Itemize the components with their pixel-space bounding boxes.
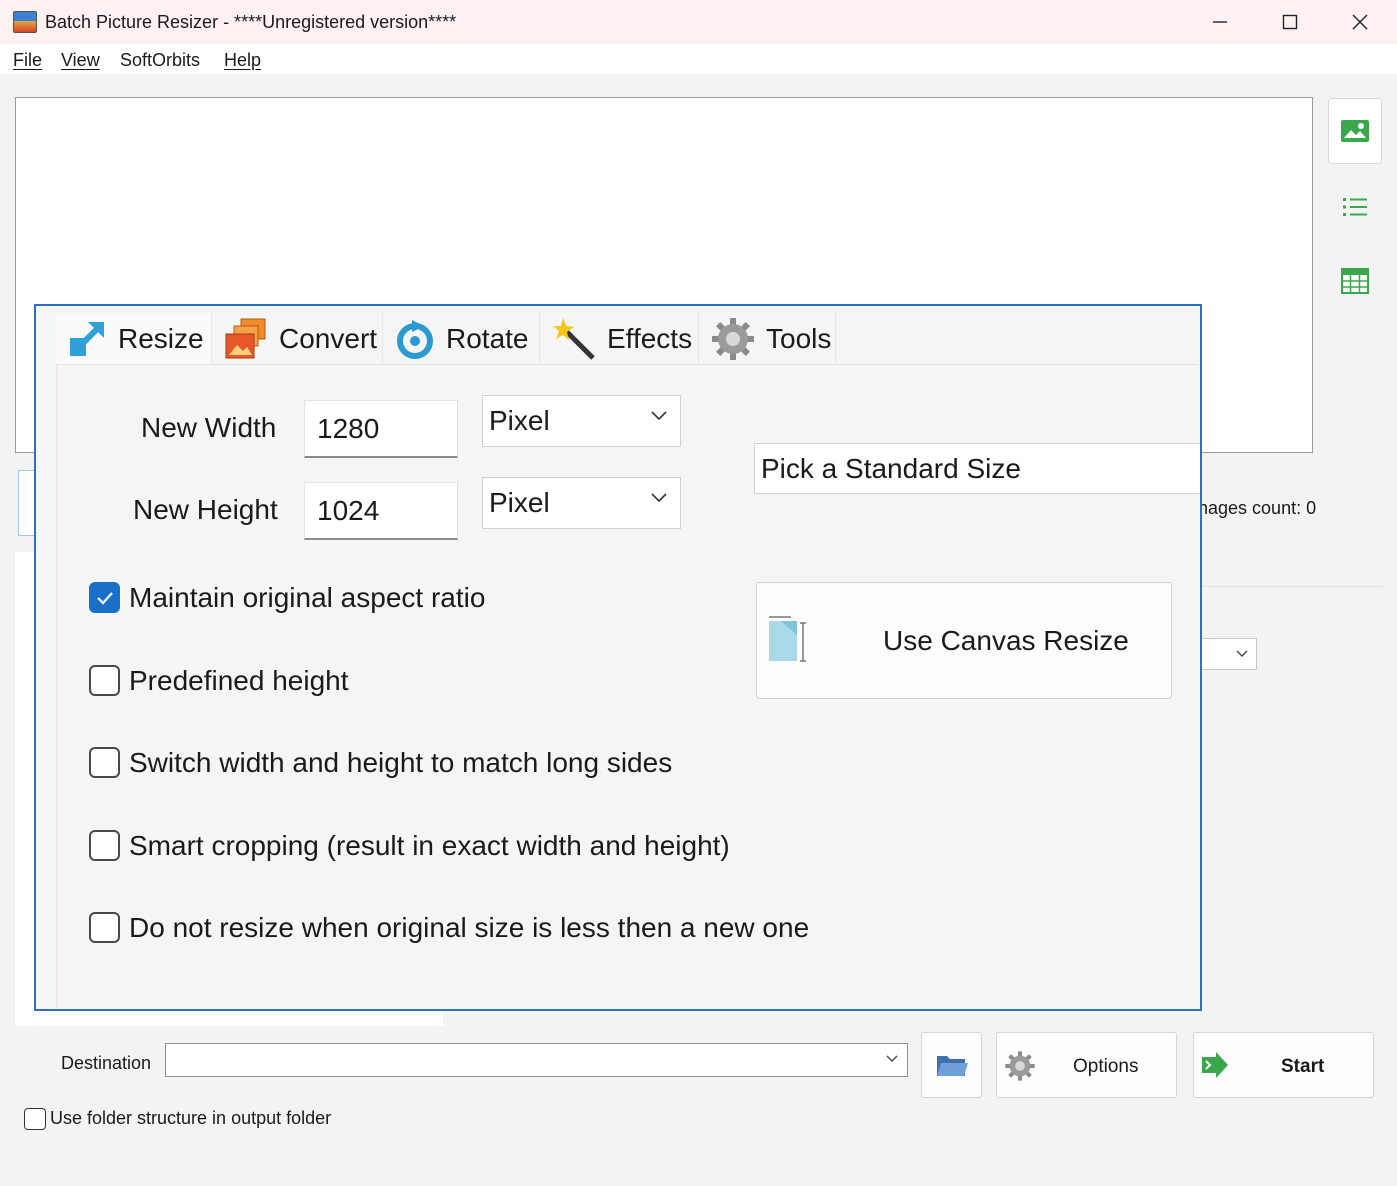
predefined-height-label[interactable]: Predefined height bbox=[129, 665, 349, 697]
switch-sides-checkbox[interactable] bbox=[89, 747, 120, 778]
menu-help[interactable]: Help bbox=[224, 50, 261, 71]
predefined-height-checkbox[interactable] bbox=[89, 665, 120, 696]
images-count: nages count: 0 bbox=[1198, 498, 1317, 518]
destination-combo[interactable] bbox=[165, 1043, 908, 1077]
minimize-icon bbox=[1213, 21, 1227, 23]
width-unit-value: Pixel bbox=[489, 405, 550, 436]
checkmark-icon bbox=[96, 591, 113, 605]
destination-label: Destination bbox=[61, 1053, 152, 1073]
aspect-ratio-checkbox[interactable] bbox=[89, 582, 120, 613]
options-button[interactable]: Options bbox=[996, 1032, 1177, 1098]
tab-resize-label: Resize bbox=[118, 322, 204, 354]
menu-file[interactable]: File bbox=[13, 50, 42, 71]
start-label: Start bbox=[1281, 1056, 1325, 1077]
list-view-button[interactable] bbox=[1328, 174, 1382, 240]
thumbnail-view-button[interactable] bbox=[1328, 98, 1382, 164]
close-button[interactable] bbox=[1325, 0, 1395, 44]
canvas-resize-button[interactable]: Use Canvas Resize bbox=[756, 582, 1172, 699]
folder-structure-label[interactable]: Use folder structure in output folder bbox=[50, 1108, 331, 1129]
new-width-input[interactable]: 1280 bbox=[304, 400, 458, 458]
width-unit-select[interactable]: Pixel bbox=[482, 395, 681, 447]
menu-bar bbox=[0, 44, 1397, 74]
tab-effects-label: Effects bbox=[607, 322, 693, 354]
rotate-icon bbox=[397, 319, 433, 359]
magic-wand-icon bbox=[553, 317, 595, 360]
maximize-icon bbox=[1282, 14, 1298, 30]
tab-effects[interactable]: Effects bbox=[541, 313, 699, 364]
folder-structure-checkbox[interactable] bbox=[24, 1108, 46, 1130]
gear-icon bbox=[1005, 1051, 1035, 1081]
tab-tools[interactable]: Tools bbox=[700, 313, 836, 364]
chevron-down-icon bbox=[651, 493, 667, 503]
standard-size-picker[interactable]: Pick a Standard Size bbox=[754, 443, 1200, 494]
background-dropdown[interactable] bbox=[1200, 638, 1257, 670]
minimize-button[interactable] bbox=[1185, 0, 1255, 44]
switch-sides-label[interactable]: Switch width and height to match long si… bbox=[129, 747, 672, 779]
aspect-ratio-label[interactable]: Maintain original aspect ratio bbox=[129, 582, 485, 614]
chevron-down-icon bbox=[651, 411, 667, 421]
resize-arrow-icon bbox=[70, 321, 104, 356]
app-icon bbox=[13, 11, 37, 33]
gear-icon bbox=[712, 317, 754, 360]
browse-folder-button[interactable] bbox=[921, 1032, 982, 1098]
start-button[interactable]: Start bbox=[1193, 1032, 1374, 1098]
options-label: Options bbox=[1073, 1056, 1139, 1077]
tab-convert[interactable]: Convert bbox=[213, 313, 383, 364]
height-unit-select[interactable]: Pixel bbox=[482, 477, 681, 529]
canvas-resize-label: Use Canvas Resize bbox=[883, 625, 1129, 656]
height-unit-value: Pixel bbox=[489, 487, 550, 518]
list-view-icon bbox=[1343, 198, 1367, 216]
tab-rotate[interactable]: Rotate bbox=[384, 313, 540, 364]
start-arrow-icon bbox=[1202, 1052, 1228, 1078]
table-view-button[interactable] bbox=[1328, 248, 1382, 314]
canvas-resize-icon bbox=[769, 616, 806, 662]
tab-tools-label: Tools bbox=[766, 322, 832, 354]
no-upscale-checkbox[interactable] bbox=[89, 912, 120, 943]
table-view-icon bbox=[1341, 268, 1369, 294]
divider bbox=[1200, 586, 1383, 587]
convert-images-icon bbox=[225, 318, 266, 358]
folder-icon bbox=[936, 1056, 968, 1076]
thumbnail-view-icon bbox=[1341, 120, 1369, 142]
smart-cropping-label[interactable]: Smart cropping (result in exact width an… bbox=[129, 830, 730, 862]
no-upscale-label[interactable]: Do not resize when original size is less… bbox=[129, 912, 809, 944]
panel-divider bbox=[56, 365, 58, 1007]
menu-view[interactable]: View bbox=[61, 50, 100, 71]
window-title: Batch Picture Resizer - ****Unregistered… bbox=[45, 12, 457, 32]
new-height-label: New Height bbox=[133, 494, 278, 525]
tab-convert-label: Convert bbox=[279, 322, 378, 354]
chevron-down-icon bbox=[886, 1055, 898, 1062]
smart-cropping-checkbox[interactable] bbox=[89, 830, 120, 861]
tab-resize[interactable]: Resize bbox=[56, 313, 212, 364]
tab-rotate-label: Rotate bbox=[446, 322, 529, 354]
maximize-button[interactable] bbox=[1255, 0, 1325, 44]
new-height-input[interactable]: 1024 bbox=[304, 482, 458, 540]
close-icon bbox=[1352, 14, 1368, 30]
new-width-label: New Width bbox=[141, 412, 277, 443]
menu-softorbits[interactable]: SoftOrbits bbox=[120, 50, 200, 71]
chevron-down-icon bbox=[1236, 650, 1248, 657]
